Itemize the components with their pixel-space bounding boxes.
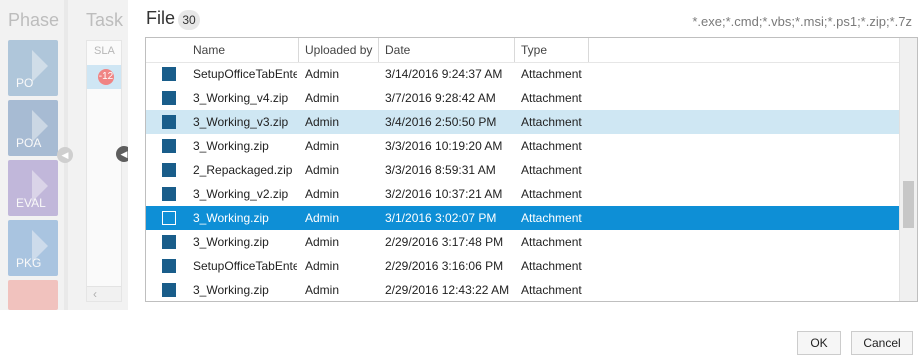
table-row[interactable]: SetupOfficeTabEnte Admin 3/14/2016 9:24:… <box>146 62 899 86</box>
phase-tile-pkg[interactable]: PKG <box>8 220 58 276</box>
phase-tile-label: POA <box>16 136 42 150</box>
task-row[interactable]: -12 <box>87 65 121 89</box>
file-count-badge: 30 <box>178 10 200 30</box>
row-date: 3/14/2016 9:24:37 AM <box>385 67 503 81</box>
row-name: 2_Repackaged.zip <box>193 163 293 177</box>
row-name: 3_Working_v2.zip <box>193 187 289 201</box>
row-name: 3_Working_v4.zip <box>193 91 289 105</box>
row-name: 3_Working.zip <box>193 235 269 249</box>
table-row[interactable]: 3_Working.zip Admin 2/29/2016 3:17:48 PM… <box>146 230 899 254</box>
table-row[interactable]: SetupOfficeTabEnte Admin 2/29/2016 3:16:… <box>146 254 899 278</box>
row-type: Attachment <box>521 259 582 273</box>
row-type: Attachment <box>521 139 582 153</box>
row-date: 3/3/2016 8:59:31 AM <box>385 163 496 177</box>
row-name: 3_Working.zip <box>193 139 269 153</box>
row-type: Attachment <box>521 283 582 297</box>
row-type: Attachment <box>521 67 582 81</box>
file-icon <box>162 67 176 81</box>
row-name: 3_Working_v3.zip <box>193 115 289 129</box>
task-horizontal-scrollbar[interactable]: ‹ <box>87 286 121 301</box>
file-icon <box>162 283 176 297</box>
row-type: Attachment <box>521 187 582 201</box>
phase-tile-next[interactable] <box>8 280 58 310</box>
table-row[interactable]: 3_Working_v2.zip Admin 3/2/2016 10:37:21… <box>146 182 899 206</box>
file-dialog: File 30 *.exe;*.cmd;*.vbs;*.msi;*.ps1;*.… <box>128 0 918 361</box>
table-row[interactable]: 3_Working_v3.zip Admin 3/4/2016 2:50:50 … <box>146 110 899 134</box>
phase-tile-po[interactable]: PO <box>8 40 58 96</box>
column-header-name[interactable]: Name <box>187 38 299 62</box>
row-date: 2/29/2016 12:43:22 AM <box>385 283 510 297</box>
row-date: 3/1/2016 3:02:07 PM <box>385 211 497 225</box>
table-row[interactable]: 3_Working.zip Admin 3/3/2016 10:19:20 AM… <box>146 134 899 158</box>
dialog-title: File <box>146 8 176 28</box>
column-header-date[interactable]: Date <box>379 38 515 62</box>
phase-tile-label: PO <box>16 76 34 90</box>
file-icon <box>162 211 176 225</box>
row-date: 3/2/2016 10:37:21 AM <box>385 187 503 201</box>
file-icon <box>162 235 176 249</box>
phase-tile-eval[interactable]: EVAL <box>8 160 58 216</box>
row-name: 3_Working.zip <box>193 211 269 225</box>
sla-badge: -12 <box>98 69 114 85</box>
row-uploaded-by: Admin <box>305 283 340 297</box>
sla-header: SLA <box>94 45 115 57</box>
row-date: 3/4/2016 2:50:50 PM <box>385 115 497 129</box>
file-icon <box>162 187 176 201</box>
chevron-left-icon[interactable]: ‹ <box>93 287 97 301</box>
row-type: Attachment <box>521 163 582 177</box>
ok-button[interactable]: OK <box>797 331 841 355</box>
table-row[interactable]: 2_Repackaged.zip Admin 3/3/2016 8:59:31 … <box>146 158 899 182</box>
file-grid: Name Uploaded by Date Type SetupOfficeTa… <box>145 37 918 302</box>
phase-tile-label: PKG <box>16 256 42 270</box>
table-row[interactable]: 3_Working.zip Admin 2/29/2016 12:43:22 A… <box>146 278 899 301</box>
row-date: 2/29/2016 3:17:48 PM <box>385 235 504 249</box>
phase-column-title: Phase <box>8 10 60 30</box>
row-name: 3_Working.zip <box>193 283 269 297</box>
row-uploaded-by: Admin <box>305 211 340 225</box>
task-list: SLA -12 ‹ <box>86 40 122 302</box>
file-icon <box>162 163 176 177</box>
column-header-uploaded-by[interactable]: Uploaded by <box>299 38 379 62</box>
file-icon <box>162 91 176 105</box>
file-icon <box>162 115 176 129</box>
row-date: 2/29/2016 3:16:06 PM <box>385 259 504 273</box>
cancel-button[interactable]: Cancel <box>851 331 913 355</box>
row-uploaded-by: Admin <box>305 259 340 273</box>
table-row[interactable]: 3_Working.zip Admin 3/1/2016 3:02:07 PM … <box>146 206 899 230</box>
row-uploaded-by: Admin <box>305 235 340 249</box>
row-date: 3/3/2016 10:19:20 AM <box>385 139 503 153</box>
row-name: SetupOfficeTabEnte <box>193 259 297 273</box>
table-row[interactable]: 3_Working_v4.zip Admin 3/7/2016 9:28:42 … <box>146 86 899 110</box>
row-uploaded-by: Admin <box>305 91 340 105</box>
scrollbar-thumb[interactable] <box>903 181 914 228</box>
file-icon <box>162 139 176 153</box>
column-header-type[interactable]: Type <box>515 38 589 62</box>
row-uploaded-by: Admin <box>305 187 340 201</box>
row-uploaded-by: Admin <box>305 115 340 129</box>
row-uploaded-by: Admin <box>305 163 340 177</box>
task-column-title: Task <box>86 10 124 30</box>
row-type: Attachment <box>521 211 582 225</box>
grid-header: Name Uploaded by Date Type <box>146 38 899 63</box>
row-date: 3/7/2016 9:28:42 AM <box>385 91 496 105</box>
file-type-filter: *.exe;*.cmd;*.vbs;*.msi;*.ps1;*.zip;*.7z <box>692 14 912 29</box>
phase-list: PO POA EVAL PKG <box>8 40 58 310</box>
grid-rows: SetupOfficeTabEnte Admin 3/14/2016 9:24:… <box>146 62 899 301</box>
row-type: Attachment <box>521 91 582 105</box>
file-icon <box>162 259 176 273</box>
chevron-right-icon <box>32 50 48 82</box>
row-uploaded-by: Admin <box>305 139 340 153</box>
grid-vertical-scrollbar[interactable] <box>899 38 917 301</box>
phase-tile-poa[interactable]: POA <box>8 100 58 156</box>
row-type: Attachment <box>521 115 582 129</box>
phase-tile-label: EVAL <box>16 196 46 210</box>
collapse-phase-button[interactable]: ◀ <box>57 147 73 163</box>
row-uploaded-by: Admin <box>305 67 340 81</box>
row-type: Attachment <box>521 235 582 249</box>
row-name: SetupOfficeTabEnte <box>193 67 297 81</box>
